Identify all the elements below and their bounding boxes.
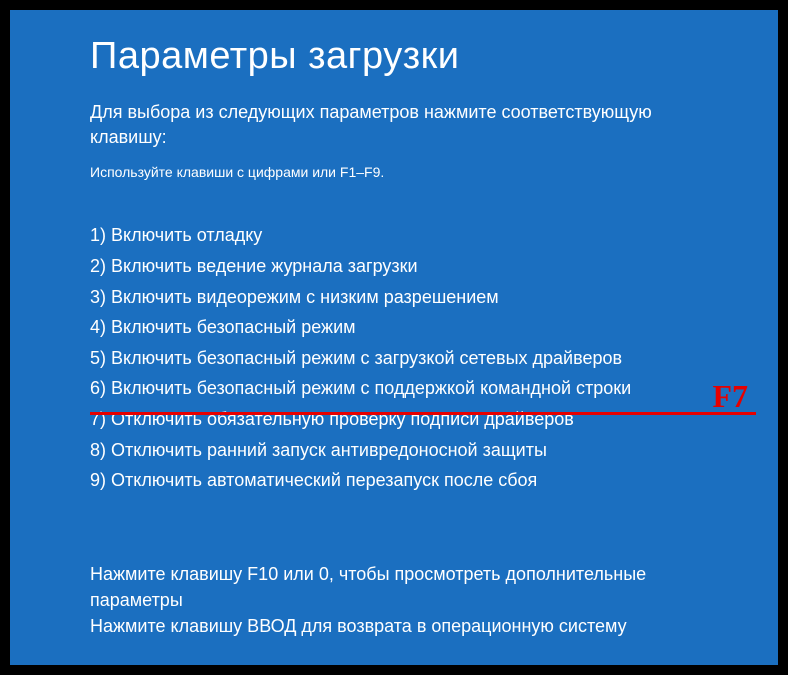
- annotation-label: F7: [712, 378, 748, 415]
- option-2[interactable]: 2) Включить ведение журнала загрузки: [90, 251, 698, 282]
- options-list: 1) Включить отладку 2) Включить ведение …: [90, 220, 698, 495]
- hint-text: Используйте клавиши с цифрами или F1–F9.: [90, 164, 698, 180]
- option-5[interactable]: 5) Включить безопасный режим с загрузкой…: [90, 343, 698, 374]
- option-7[interactable]: 7) Отключить обязательную проверку подпи…: [90, 404, 698, 435]
- option-3[interactable]: 3) Включить видеорежим с низким разрешен…: [90, 282, 698, 313]
- page-title: Параметры загрузки: [90, 35, 698, 78]
- footer-line-1: Нажмите клавишу F10 или 0, чтобы просмот…: [90, 561, 698, 613]
- option-4[interactable]: 4) Включить безопасный режим: [90, 312, 698, 343]
- footer-line-2: Нажмите клавишу ВВОД для возврата в опер…: [90, 613, 698, 639]
- intro-text: Для выбора из следующих параметров нажми…: [90, 100, 698, 150]
- option-8[interactable]: 8) Отключить ранний запуск антивредоносн…: [90, 435, 698, 466]
- option-6[interactable]: 6) Включить безопасный режим с поддержко…: [90, 373, 698, 404]
- annotation-underline: [90, 412, 756, 415]
- footer-text: Нажмите клавишу F10 или 0, чтобы просмот…: [90, 561, 698, 639]
- option-9[interactable]: 9) Отключить автоматический перезапуск п…: [90, 465, 698, 496]
- startup-settings-screen: Параметры загрузки Для выбора из следующ…: [10, 10, 778, 665]
- option-1[interactable]: 1) Включить отладку: [90, 220, 698, 251]
